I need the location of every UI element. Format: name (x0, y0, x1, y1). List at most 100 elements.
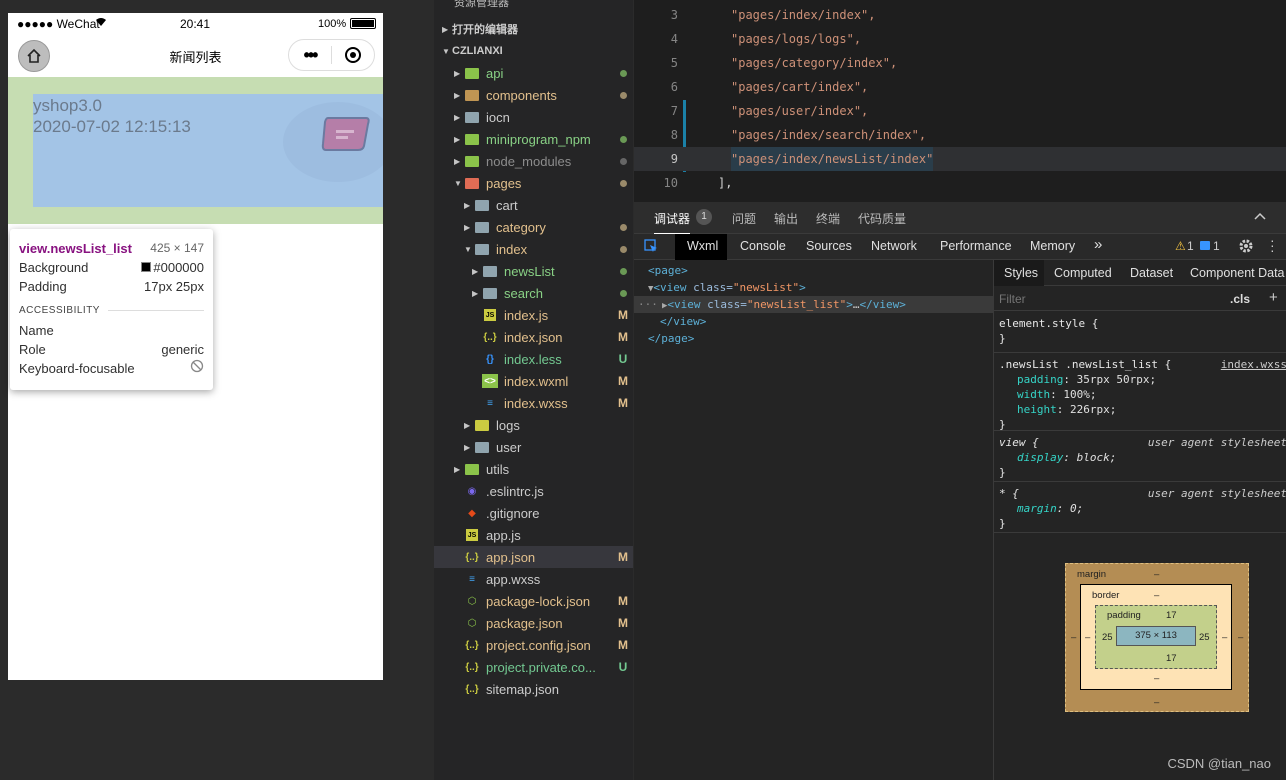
cls-button[interactable]: .cls (1230, 292, 1250, 306)
tree-item[interactable]: {..} project.private.co... U (434, 656, 633, 678)
tree-item[interactable]: {..} project.config.json M (434, 634, 633, 656)
gear-icon[interactable] (1238, 238, 1254, 257)
wxml-view-newslist[interactable]: ▼<view class="newsList"> (648, 279, 806, 296)
line-number: 9 (670, 152, 678, 166)
tree-item[interactable]: ▶ newsList (434, 260, 633, 282)
code-line[interactable]: 3 "pages/index/index", (634, 3, 1286, 27)
tree-item-label: newsList (504, 263, 555, 279)
style-rule[interactable]: view {user agent stylesheet display: bloc… (994, 431, 1286, 482)
tree-item[interactable]: <> index.wxml M (434, 370, 633, 392)
inspect-element-icon[interactable] (644, 239, 658, 256)
explorer-more-icon[interactable]: ··· (604, 0, 617, 5)
tooltip-role-value: generic (161, 342, 204, 357)
close-button[interactable] (332, 46, 374, 64)
style-rule[interactable]: .newsList .newsList_list {index.wxss padd… (994, 353, 1286, 431)
line-number: 3 (670, 8, 678, 22)
box-model-diagram: margin – – – – border – – – – padding 17… (1065, 563, 1249, 712)
tree-item[interactable]: ◆ .gitignore (434, 502, 633, 524)
git-status-dot (613, 286, 633, 300)
tree-item[interactable]: JS index.js M (434, 304, 633, 326)
tab-code-quality[interactable]: 代码质量 (858, 210, 906, 227)
tree-item[interactable]: ▶ logs (434, 414, 633, 436)
tab-wxml[interactable]: Wxml (687, 239, 718, 253)
tab-computed[interactable]: Computed (1054, 266, 1112, 280)
code-line[interactable]: 8 "pages/index/search/index", (634, 123, 1286, 147)
tree-item[interactable]: ▶ category (434, 216, 633, 238)
code-editor[interactable]: 3 "pages/index/index", 4 "pages/logs/logs",… (634, 0, 1286, 202)
code-line[interactable]: 5 "pages/category/index", (634, 51, 1286, 75)
chevron-down-icon: ▼ (442, 46, 450, 56)
code-line[interactable]: 4 "pages/logs/logs", (634, 27, 1286, 51)
css-property[interactable]: width: 100%; (999, 387, 1282, 402)
css-property[interactable]: margin: 0; (999, 501, 1282, 516)
style-rule[interactable]: * {user agent stylesheet margin: 0;} (994, 482, 1286, 533)
rule-source[interactable]: index.wxss (1221, 357, 1286, 372)
css-property[interactable]: height: 226rpx; (999, 402, 1282, 417)
tree-item[interactable]: ▶ search (434, 282, 633, 304)
bm-padding-left: 25 (1102, 632, 1113, 643)
styles-filter-input[interactable] (996, 290, 1196, 308)
news-list-item[interactable]: yshop3.0 2020-07-02 12:15:13 (33, 94, 383, 207)
tree-item[interactable]: ◉ .eslintrc.js (434, 480, 633, 502)
tree-item-label: pages (486, 175, 522, 191)
tab-dataset[interactable]: Dataset (1130, 266, 1173, 280)
add-rule-button[interactable]: + (1269, 289, 1278, 306)
tree-item[interactable]: ⬡ package-lock.json M (434, 590, 633, 612)
tab-terminal[interactable]: 终端 (816, 210, 840, 227)
wxml-view-newslist-list[interactable]: ▶<view class="newsList_list">…</view> (662, 296, 906, 313)
code-line[interactable]: 7 "pages/user/index", (634, 99, 1286, 123)
tree-item[interactable]: {..} sitemap.json (434, 678, 633, 700)
open-editors-section[interactable]: ▶ 打开的编辑器 (434, 18, 633, 40)
kebab-menu-icon[interactable]: · · · (1270, 233, 1275, 257)
tab-network[interactable]: Network (871, 239, 917, 253)
tree-item-label: app.wxss (486, 571, 541, 587)
more-button[interactable]: ••• (289, 45, 331, 66)
git-status-badge: U (618, 352, 628, 366)
tab-performance[interactable]: Performance (940, 239, 1012, 253)
json-file-icon: {..} (465, 639, 479, 651)
tab-memory[interactable]: Memory (1030, 239, 1075, 253)
tree-item[interactable]: ⬡ package.json M (434, 612, 633, 634)
css-property[interactable]: display: block; (999, 450, 1282, 465)
inspector-tooltip: view.newsList_list 425 × 147 Background … (10, 229, 213, 390)
tab-styles[interactable]: Styles (1004, 266, 1038, 280)
tab-output[interactable]: 输出 (774, 210, 798, 227)
panel-tabbar: Wxml Console Sources Network Performance… (634, 233, 1286, 260)
folder-icon (464, 462, 480, 476)
style-rule[interactable]: element.style {} (994, 312, 1286, 353)
tree-item[interactable]: JS app.js (434, 524, 633, 546)
accessibility-heading: ACCESSIBILITY (19, 305, 204, 316)
tree-item[interactable]: ▶ miniprogram_npm (434, 128, 633, 150)
tree-item[interactable]: ▼ pages (434, 172, 633, 194)
tree-item[interactable]: ≡ index.wxss M (434, 392, 633, 414)
wxml-page-open[interactable]: <page> (648, 262, 688, 279)
tree-item[interactable]: {..} index.json M (434, 326, 633, 348)
code-text: "pages/cart/index", (731, 80, 869, 94)
tab-console[interactable]: Console (740, 239, 786, 253)
more-tabs-icon[interactable]: » (1094, 236, 1102, 253)
tree-item[interactable]: ▶ user (434, 436, 633, 458)
code-line[interactable]: 9 "pages/index/newsList/index" (634, 147, 1286, 171)
tree-item[interactable]: ▶ utils (434, 458, 633, 480)
tree-item[interactable]: {..} app.json M (434, 546, 633, 568)
tree-item[interactable]: ▶ components (434, 84, 633, 106)
tab-component-data[interactable]: Component Data (1190, 266, 1285, 280)
tab-sources[interactable]: Sources (806, 239, 852, 253)
code-line[interactable]: 10], (634, 171, 1286, 195)
tree-item[interactable]: ▶ iocn (434, 106, 633, 128)
not-allowed-icon (190, 359, 204, 378)
collapse-icon[interactable] (1254, 210, 1266, 224)
tab-debugger[interactable]: 调试器 (654, 210, 691, 234)
css-property[interactable]: padding: 35rpx 50rpx; (999, 372, 1282, 387)
project-section[interactable]: ▼ CZLIANXI (434, 40, 633, 62)
tree-item[interactable]: ▶ cart (434, 194, 633, 216)
warning-icon: ⚠ (1175, 239, 1186, 253)
tooltip-selector: view.newsList_list (19, 241, 132, 256)
tree-item[interactable]: ▶ node_modules (434, 150, 633, 172)
tree-item[interactable]: {} index.less U (434, 348, 633, 370)
tree-item[interactable]: ≡ app.wxss (434, 568, 633, 590)
tree-item[interactable]: ▼ index (434, 238, 633, 260)
tab-issues[interactable]: 问题 (732, 210, 756, 227)
tree-item[interactable]: ▶ api (434, 62, 633, 84)
code-line[interactable]: 6 "pages/cart/index", (634, 75, 1286, 99)
